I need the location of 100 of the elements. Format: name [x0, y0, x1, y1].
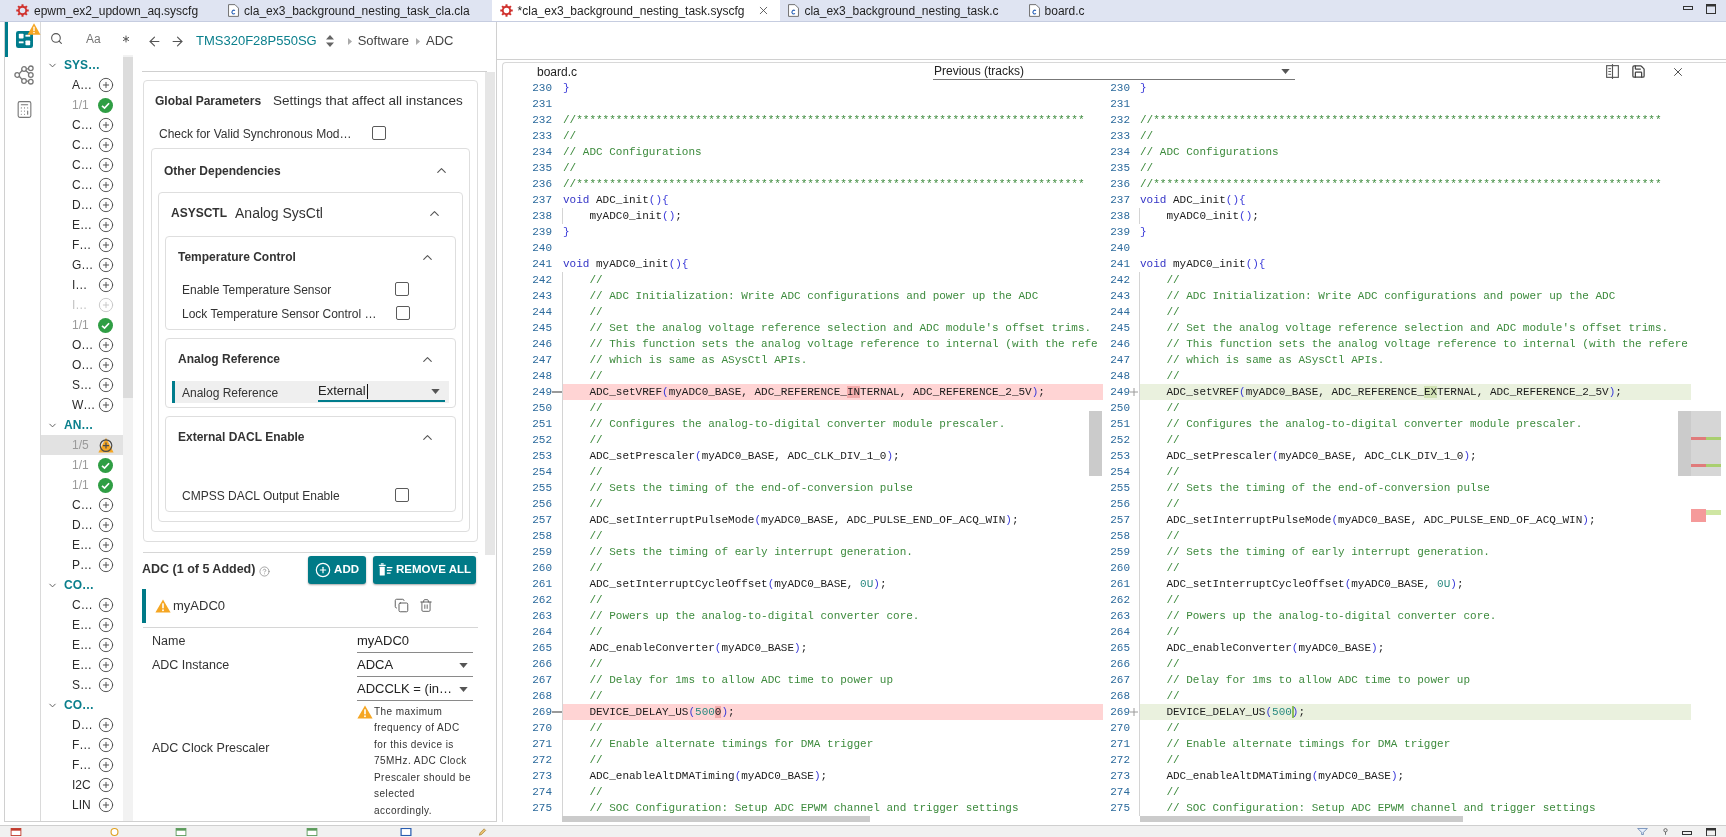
add-icon[interactable] — [98, 277, 114, 293]
tree-item[interactable]: E… — [41, 535, 123, 555]
window-icon[interactable] — [175, 828, 187, 836]
tree-item[interactable]: P… — [41, 555, 123, 575]
tree-group[interactable]: AN… — [41, 415, 123, 435]
tree-item[interactable]: I… — [41, 275, 123, 295]
tree-item[interactable]: C… — [41, 595, 123, 615]
scrollbar-thumb[interactable] — [485, 72, 495, 555]
add-icon[interactable] — [98, 137, 114, 153]
change-marker[interactable] — [1691, 509, 1706, 522]
tree-item[interactable]: C… — [41, 115, 123, 135]
add-icon[interactable] — [98, 657, 114, 673]
window-icon[interactable] — [400, 828, 412, 836]
tree-item[interactable]: D… — [41, 195, 123, 215]
editor-tab[interactable]: cla_ex3_background_nesting_task_cla.cla — [220, 0, 492, 21]
instance-name[interactable]: myADC0 — [173, 595, 225, 616]
add-icon[interactable] — [98, 157, 114, 173]
change-marker[interactable] — [1691, 437, 1706, 440]
add-icon[interactable] — [98, 717, 114, 733]
change-marker[interactable] — [1691, 464, 1706, 467]
minimize-icon[interactable] — [1683, 6, 1693, 10]
tree-group[interactable]: SYS… — [41, 55, 123, 75]
add-icon[interactable] — [98, 597, 114, 613]
change-marker[interactable] — [1706, 464, 1721, 467]
dropdown[interactable]: External — [318, 382, 445, 402]
trash-icon[interactable] — [419, 598, 433, 613]
tree-item[interactable]: O… — [41, 335, 123, 355]
save-icon[interactable] — [1631, 64, 1646, 79]
tree-item[interactable]: LIN — [41, 795, 123, 815]
tree-item[interactable]: I2C — [41, 775, 123, 795]
tree-item[interactable]: F… — [41, 755, 123, 775]
tree-item[interactable]: F… — [41, 735, 123, 755]
editor-tab[interactable]: epwm_ex2_updown_aq.syscfg — [8, 0, 221, 21]
device-selector[interactable]: TMS320F28P550SG — [196, 31, 334, 51]
copy-icon[interactable] — [394, 598, 409, 613]
editor-tab[interactable]: *cla_ex3_background_nesting_task.syscfg — [491, 0, 781, 21]
pin-icon[interactable] — [1663, 828, 1668, 835]
tree-item[interactable]: A… — [41, 75, 123, 95]
search-icon[interactable] — [50, 32, 63, 45]
tree-item[interactable]: E… — [41, 215, 123, 235]
add-icon[interactable] — [98, 377, 114, 393]
dropdown[interactable]: ADCA — [357, 654, 473, 677]
add-icon[interactable] — [98, 637, 114, 653]
add-icon[interactable] — [98, 777, 114, 793]
tree-item[interactable]: D… — [41, 715, 123, 735]
add-icon[interactable] — [98, 397, 114, 413]
add-icon[interactable] — [98, 797, 114, 813]
tree-item[interactable]: S… — [41, 375, 123, 395]
editor-tab[interactable]: cla_ex3_background_nesting_task.c — [780, 0, 1021, 21]
caret-down-icon[interactable] — [431, 388, 440, 394]
add-icon[interactable] — [98, 517, 114, 533]
tree-item[interactable]: W… — [41, 395, 123, 415]
split-view-icon[interactable] — [1606, 64, 1619, 79]
tree-item[interactable]: C… — [41, 155, 123, 175]
checkbox[interactable] — [395, 282, 409, 296]
maximize-icon[interactable] — [1706, 828, 1716, 836]
tree-item[interactable]: S… — [41, 675, 123, 695]
checkbox[interactable] — [372, 126, 386, 140]
dropdown[interactable]: Previous (tracks) — [933, 63, 1295, 80]
sidebar-tab[interactable] — [5, 22, 40, 57]
checkbox[interactable] — [395, 487, 409, 502]
tree-item[interactable]: C… — [41, 175, 123, 195]
add-icon[interactable] — [98, 757, 114, 773]
scrollbar-thumb[interactable] — [123, 57, 133, 398]
add-icon[interactable] — [98, 77, 114, 93]
scrollbar-thumb[interactable] — [562, 816, 870, 822]
filter-icon[interactable] — [1636, 828, 1649, 835]
tree-group[interactable]: CO… — [41, 575, 123, 595]
add-icon[interactable] — [98, 537, 114, 553]
breadcrumb-link[interactable]: Software — [357, 31, 409, 51]
add-icon[interactable] — [98, 557, 114, 573]
caret-down-icon[interactable] — [459, 662, 468, 668]
minimize-icon[interactable] — [1682, 831, 1692, 835]
tree-item[interactable]: D… — [41, 515, 123, 535]
add-icon[interactable] — [98, 497, 114, 513]
scrollbar-thumb[interactable] — [1089, 411, 1102, 476]
scrollbar-thumb[interactable] — [1678, 411, 1691, 476]
checkbox[interactable] — [395, 306, 410, 320]
add-icon[interactable] — [98, 177, 114, 193]
add-icon[interactable] — [98, 677, 114, 693]
tree-item[interactable]: C… — [41, 495, 123, 515]
caret-down-icon[interactable] — [459, 686, 468, 692]
maximize-icon[interactable] — [1706, 4, 1716, 14]
add-icon[interactable] — [98, 357, 114, 373]
text-field[interactable]: myADC0 — [357, 630, 473, 653]
window-icon[interactable] — [306, 828, 318, 836]
add-icon[interactable] — [98, 197, 114, 213]
add-icon[interactable] — [98, 117, 114, 133]
caret-down-icon[interactable] — [1281, 68, 1290, 74]
change-marker[interactable] — [1706, 437, 1721, 440]
tree-item[interactable]: G… — [41, 255, 123, 275]
add-icon[interactable] — [98, 337, 114, 353]
dropdown[interactable]: ADCCLK = (in… — [357, 678, 473, 701]
forward-arrow-icon[interactable] — [170, 33, 185, 49]
tree-group[interactable]: CO… — [41, 695, 123, 715]
window-icon[interactable] — [10, 828, 22, 836]
match-case-toggle[interactable]: Aa — [86, 29, 101, 48]
add-icon[interactable] — [98, 737, 114, 753]
add-button[interactable]: ADD — [308, 555, 367, 584]
change-marker[interactable] — [1706, 510, 1721, 515]
